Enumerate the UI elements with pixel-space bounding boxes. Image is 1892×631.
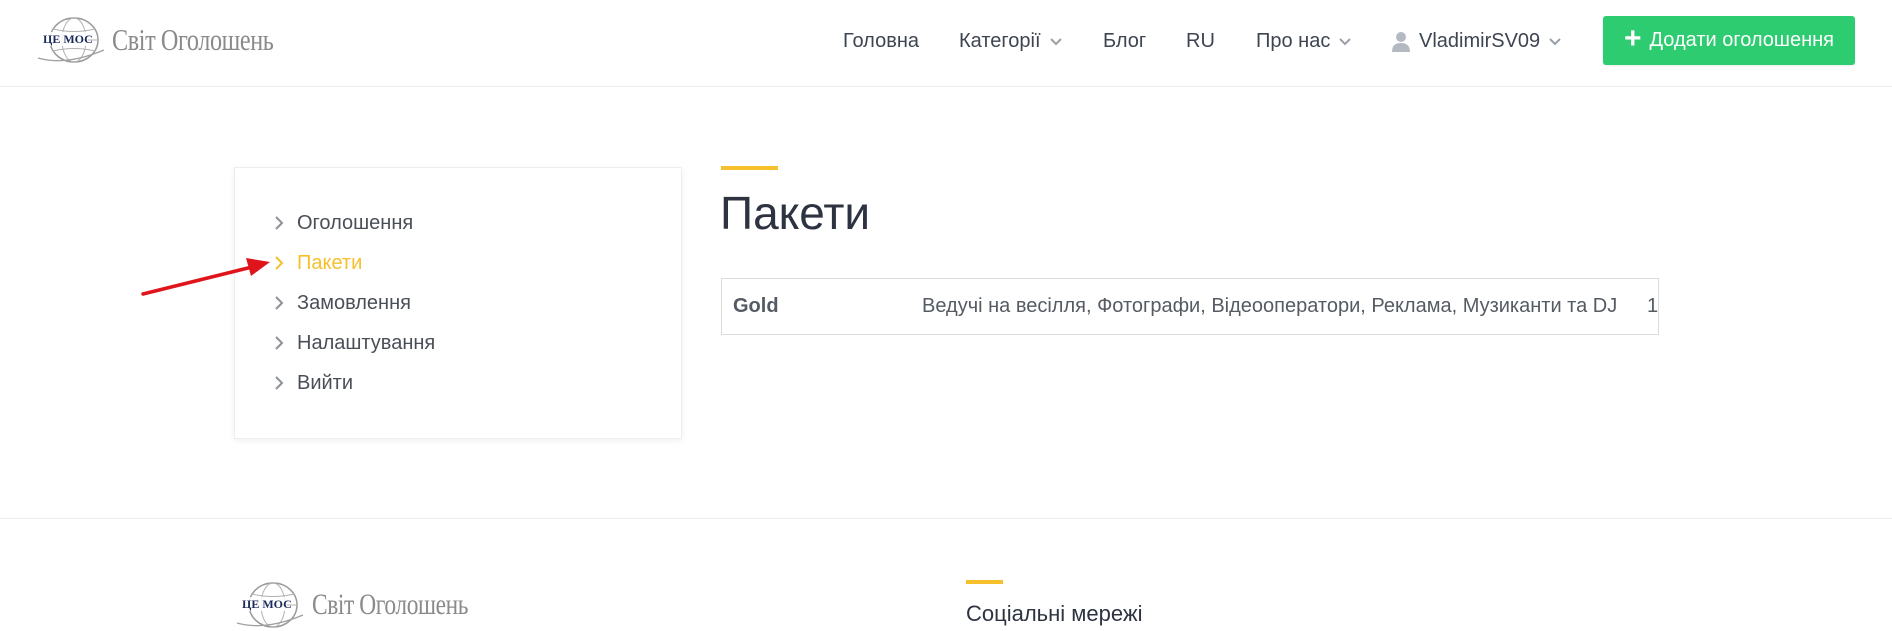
nav-user-menu[interactable]: VladimirSV09 [1391,30,1562,53]
svg-text:ЦЕ МОС: ЦЕ МОС [242,597,292,611]
packages-table: Gold Ведучі на весілля, Фотографи, Відео… [721,278,1659,335]
nav-language-label: RU [1186,30,1215,52]
plus-icon: + [1624,22,1642,55]
chevron-down-icon [1549,37,1561,45]
site-header: ЦЕ МОС Світ Оголошень Головна Категорії … [0,0,1892,87]
globe-logo-icon: ЦЕ МОС [236,582,304,628]
sidebar-item-logout[interactable]: Вийти [273,368,353,398]
sidebar-item-settings[interactable]: Налаштування [273,328,435,358]
nav-home-label: Головна [843,30,919,52]
add-listing-button[interactable]: + Додати оголошення [1603,16,1855,65]
social-accent-bar [966,580,1003,584]
sidebar-item-label: Замовлення [297,291,411,314]
sidebar-item-label: Налаштування [297,331,436,354]
sidebar-item-label: Оголошення [297,211,414,234]
nav-about[interactable]: Про нас [1256,30,1352,53]
logo-text: Світ Оголошень [112,22,274,57]
package-name: Gold [733,295,779,317]
chevron-down-icon [1049,37,1062,45]
add-listing-label: Додати оголошення [1649,29,1834,51]
account-sidebar: Оголошення Пакети Замовлення Налаштуванн… [234,167,682,439]
chevron-right-icon [275,336,284,350]
package-count: 1 [1647,295,1659,317]
chevron-right-icon [275,216,284,230]
user-icon [1392,31,1410,52]
footer-logo[interactable]: ЦЕ МОС Світ Оголошень [234,579,512,631]
nav-blog[interactable]: Блог [1103,30,1146,53]
globe-logo-icon: ЦЕ МОС [37,17,105,63]
sidebar-item-label: Пакети [297,251,363,274]
social-heading: Соціальні мережі [966,601,1143,626]
svg-text:ЦЕ МОС: ЦЕ МОС [43,32,93,46]
chevron-right-icon [275,376,284,390]
chevron-right-icon [275,256,284,270]
footer-logo-text: Світ Оголошень [312,588,469,621]
nav-about-label: Про нас [1256,30,1331,52]
sidebar-item-packages[interactable]: Пакети [273,248,362,278]
package-categories: Ведучі на весілля, Фотографи, Відеоопера… [922,295,1618,317]
nav-categories-label: Категорії [959,30,1041,52]
nav-language[interactable]: RU [1186,30,1215,53]
sidebar-item-orders[interactable]: Замовлення [273,288,411,318]
sidebar-item-listings[interactable]: Оголошення [273,208,413,238]
title-accent-bar [721,166,778,170]
nav-home[interactable]: Головна [843,30,919,53]
chevron-down-icon [1339,37,1352,45]
nav-blog-label: Блог [1103,30,1147,52]
site-footer: ЦЕ МОС Світ Оголошень Соціальні мережі [0,518,1892,629]
sidebar-item-label: Вийти [297,371,354,394]
nav-categories[interactable]: Категорії [959,30,1063,53]
site-logo[interactable]: ЦЕ МОС Світ Оголошень [36,14,319,66]
page-title: Пакети [720,187,871,239]
nav-user-label: VladimirSV09 [1419,30,1541,52]
chevron-right-icon [275,296,284,310]
